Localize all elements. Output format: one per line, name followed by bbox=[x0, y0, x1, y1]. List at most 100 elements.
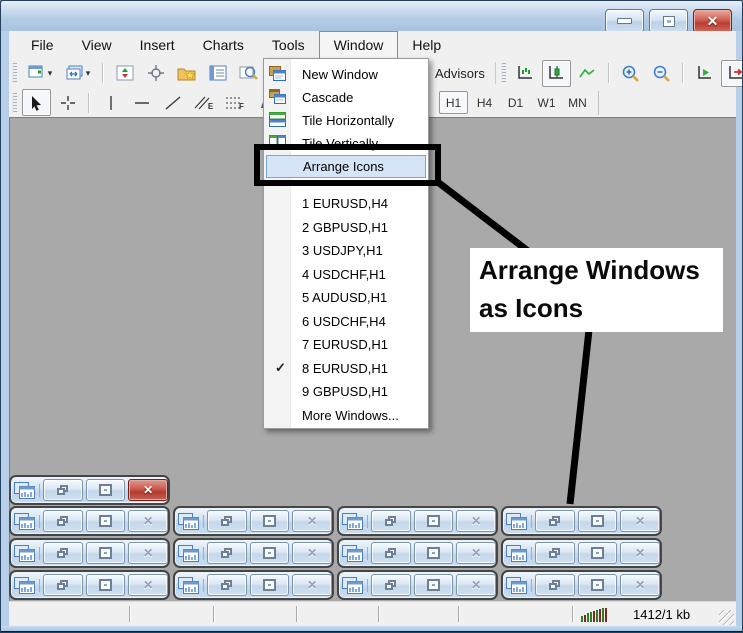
menu-item-window-4[interactable]: 4 USDCHF,H1 bbox=[266, 263, 426, 286]
restore-window-button[interactable] bbox=[43, 542, 83, 564]
minimized-chart-window[interactable]: ✕ bbox=[337, 538, 498, 568]
menu-item-window-5[interactable]: 5 AUDUSD,H1 bbox=[266, 286, 426, 309]
close-window-button[interactable]: ✕ bbox=[456, 574, 496, 596]
maximize-window-button[interactable] bbox=[578, 574, 618, 596]
toolbar-drag-handle[interactable] bbox=[501, 63, 506, 83]
close-window-button[interactable]: ✕ bbox=[128, 479, 168, 501]
close-window-button[interactable]: ✕ bbox=[292, 542, 332, 564]
vertical-line-button[interactable] bbox=[96, 89, 125, 116]
chart-shift-button[interactable] bbox=[721, 60, 743, 87]
restore-window-button[interactable] bbox=[535, 510, 575, 532]
timeframe-h4[interactable]: H4 bbox=[470, 91, 499, 114]
toolbar-drag-handle[interactable] bbox=[12, 93, 17, 113]
data-window-button[interactable] bbox=[141, 60, 170, 87]
menu-item-window-8[interactable]: ✓ 8 EURUSD,H1 bbox=[266, 357, 426, 380]
timeframe-w1[interactable]: W1 bbox=[532, 91, 561, 114]
strategy-tester-button[interactable] bbox=[234, 60, 263, 87]
menu-charts[interactable]: Charts bbox=[189, 31, 258, 58]
terminal-button[interactable] bbox=[203, 60, 232, 87]
minimized-chart-window[interactable]: ✕ bbox=[9, 506, 170, 536]
minimized-chart-window[interactable]: ✕ bbox=[9, 538, 170, 568]
menu-item-tile-horizontally[interactable]: Tile Horizontally bbox=[266, 109, 426, 132]
menu-item-window-2[interactable]: 2 GBPUSD,H1 bbox=[266, 216, 426, 239]
restore-window-button[interactable] bbox=[371, 542, 411, 564]
minimized-chart-window[interactable]: ✕ bbox=[501, 570, 662, 600]
menu-item-more-windows[interactable]: More Windows... bbox=[266, 404, 426, 427]
expert-advisors-button[interactable]: Advisors bbox=[431, 62, 496, 84]
cursor-button[interactable] bbox=[22, 89, 51, 116]
maximize-window-button[interactable] bbox=[414, 510, 454, 532]
menu-item-window-9[interactable]: 9 GBPUSD,H1 bbox=[266, 380, 426, 403]
close-window-button[interactable]: ✕ bbox=[620, 510, 660, 532]
close-window-button[interactable]: ✕ bbox=[128, 510, 168, 532]
timeframe-h1[interactable]: H1 bbox=[439, 91, 468, 114]
minimize-button[interactable] bbox=[605, 9, 644, 33]
menu-item-new-window[interactable]: New Window bbox=[266, 63, 426, 86]
close-window-button[interactable]: ✕ bbox=[128, 574, 168, 596]
restore-window-button[interactable] bbox=[207, 542, 247, 564]
close-window-button[interactable]: ✕ bbox=[292, 574, 332, 596]
menu-item-cascade[interactable]: Cascade bbox=[266, 86, 426, 109]
equidistant-channel-button[interactable]: E bbox=[189, 89, 218, 116]
restore-window-button[interactable] bbox=[371, 510, 411, 532]
menu-window[interactable]: Window bbox=[319, 31, 399, 58]
menu-item-window-1[interactable]: 1 EURUSD,H4 bbox=[266, 192, 426, 215]
horizontal-line-button[interactable] bbox=[127, 89, 156, 116]
restore-window-button[interactable] bbox=[371, 574, 411, 596]
restore-window-button[interactable] bbox=[535, 574, 575, 596]
menu-insert[interactable]: Insert bbox=[126, 31, 189, 58]
maximize-window-button[interactable] bbox=[250, 574, 290, 596]
maximize-window-button[interactable] bbox=[86, 510, 126, 532]
maximize-window-button[interactable] bbox=[86, 542, 126, 564]
minimized-chart-window[interactable]: ✕ bbox=[337, 570, 498, 600]
zoom-out-button[interactable] bbox=[647, 60, 676, 87]
maximize-window-button[interactable] bbox=[250, 542, 290, 564]
resize-grip[interactable] bbox=[719, 610, 734, 625]
toolbar-drag-handle[interactable] bbox=[12, 63, 17, 83]
close-window-button[interactable]: ✕ bbox=[128, 542, 168, 564]
trendline-button[interactable] bbox=[158, 89, 187, 116]
auto-scroll-button[interactable] bbox=[690, 60, 719, 87]
bar-chart-button[interactable] bbox=[511, 60, 540, 87]
minimized-chart-window[interactable]: ✕ bbox=[9, 570, 170, 600]
menu-tools[interactable]: Tools bbox=[258, 31, 319, 58]
restore-window-button[interactable] bbox=[43, 479, 83, 501]
minimized-chart-window[interactable]: ✕ bbox=[173, 506, 334, 536]
restore-window-button[interactable] bbox=[207, 574, 247, 596]
restore-window-button[interactable] bbox=[207, 510, 247, 532]
close-window-button[interactable]: ✕ bbox=[456, 542, 496, 564]
zoom-in-button[interactable] bbox=[616, 60, 645, 87]
close-window-button[interactable]: ✕ bbox=[620, 542, 660, 564]
menu-item-window-7[interactable]: 7 EURUSD,H1 bbox=[266, 333, 426, 356]
menu-view[interactable]: View bbox=[68, 31, 126, 58]
maximize-window-button[interactable] bbox=[578, 510, 618, 532]
minimized-chart-window[interactable]: ✕ bbox=[501, 538, 662, 568]
minimized-chart-window[interactable]: ✕ bbox=[337, 506, 498, 536]
timeframe-d1[interactable]: D1 bbox=[501, 91, 530, 114]
maximize-window-button[interactable] bbox=[86, 574, 126, 596]
maximize-window-button[interactable] bbox=[86, 479, 126, 501]
maximize-window-button[interactable] bbox=[414, 574, 454, 596]
profiles-button[interactable]: ▾ bbox=[60, 60, 96, 87]
maximize-window-button[interactable] bbox=[250, 510, 290, 532]
minimized-chart-window[interactable]: ✕ bbox=[9, 475, 170, 505]
restore-button[interactable] bbox=[649, 9, 688, 33]
close-button[interactable]: ✕ bbox=[693, 9, 732, 33]
menu-item-window-6[interactable]: 6 USDCHF,H4 bbox=[266, 310, 426, 333]
crosshair-tool-button[interactable] bbox=[53, 89, 82, 116]
restore-window-button[interactable] bbox=[43, 510, 83, 532]
restore-window-button[interactable] bbox=[535, 542, 575, 564]
close-window-button[interactable]: ✕ bbox=[620, 574, 660, 596]
timeframe-mn[interactable]: MN bbox=[563, 91, 592, 114]
menu-file[interactable]: File bbox=[17, 31, 68, 58]
minimized-chart-window[interactable]: ✕ bbox=[173, 570, 334, 600]
maximize-window-button[interactable] bbox=[414, 542, 454, 564]
market-watch-button[interactable] bbox=[110, 60, 139, 87]
restore-window-button[interactable] bbox=[43, 574, 83, 596]
maximize-window-button[interactable] bbox=[578, 542, 618, 564]
close-window-button[interactable]: ✕ bbox=[456, 510, 496, 532]
fibonacci-button[interactable]: F bbox=[220, 89, 249, 116]
new-chart-button[interactable]: ▾ bbox=[22, 60, 58, 87]
candlestick-chart-button[interactable] bbox=[542, 60, 571, 87]
line-chart-button[interactable] bbox=[573, 60, 602, 87]
